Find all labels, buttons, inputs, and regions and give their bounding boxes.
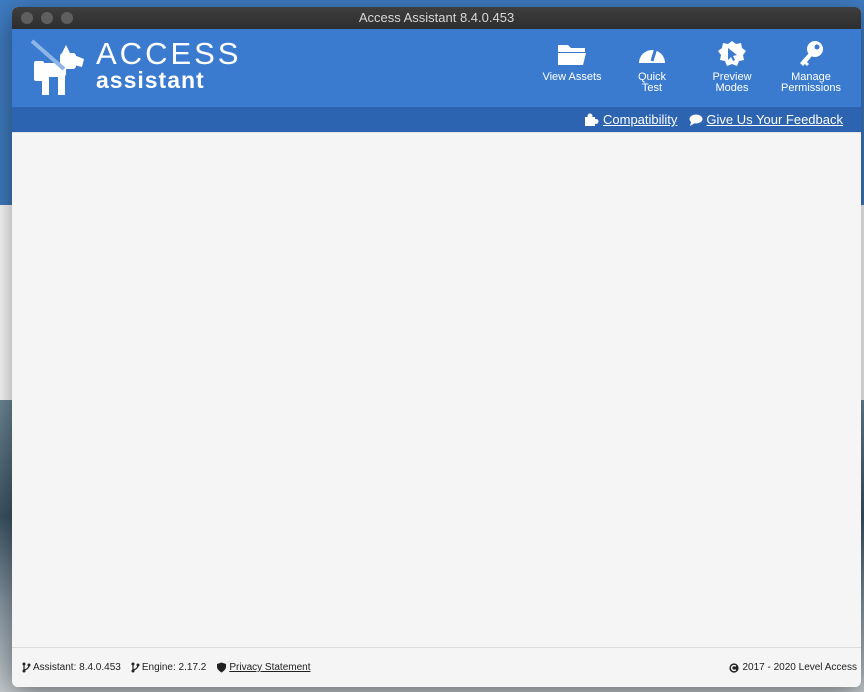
window-controls: [21, 12, 73, 24]
assistant-version-text: Assistant: 8.4.0.453: [33, 662, 121, 673]
assistant-version: Assistant: 8.4.0.453: [22, 662, 121, 673]
speech-bubble-icon: [689, 114, 703, 126]
feedback-label: Give Us Your Feedback: [706, 112, 843, 127]
privacy-statement[interactable]: Privacy Statement: [216, 662, 311, 673]
copyright-text: 2017 - 2020 Level Access: [742, 662, 857, 673]
puzzle-icon: [585, 113, 599, 126]
main-toolbar: View Assets Quick Test Preview Modes Man…: [537, 39, 855, 101]
manage-permissions-label: Manage Permissions: [781, 71, 841, 94]
privacy-statement-link[interactable]: Privacy Statement: [229, 662, 310, 673]
engine-version: Engine: 2.17.2: [131, 662, 207, 673]
dog-logo-icon: [30, 39, 84, 95]
cursor-badge-icon: [718, 41, 746, 66]
maximize-window-button[interactable]: [61, 12, 73, 24]
main-content-area: [12, 132, 861, 645]
feedback-link[interactable]: Give Us Your Feedback: [689, 112, 843, 127]
preview-modes-button[interactable]: Preview Modes: [697, 39, 767, 101]
view-assets-button[interactable]: View Assets: [537, 39, 607, 101]
compatibility-label: Compatibility: [603, 112, 678, 127]
key-icon: [800, 41, 823, 66]
speedometer-icon: [639, 47, 665, 63]
window-title: Access Assistant 8.4.0.453: [358, 10, 515, 25]
title-bar[interactable]: Access Assistant 8.4.0.453: [12, 7, 861, 29]
sub-navigation: Compatibility Give Us Your Feedback: [12, 107, 861, 132]
close-window-button[interactable]: [21, 12, 33, 24]
status-footer: Assistant: 8.4.0.453 Engine: 2.17.2 Priv…: [12, 647, 861, 687]
logo-assistant: assistant: [96, 67, 205, 93]
minimize-window-button[interactable]: [41, 12, 53, 24]
app-window: Access Assistant 8.4.0.453 ACCESS assist…: [12, 7, 861, 687]
folder-icon: [558, 45, 586, 65]
logo-access: ACCESS: [96, 36, 242, 71]
quick-test-button[interactable]: Quick Test: [607, 39, 697, 101]
engine-version-text: Engine: 2.17.2: [141, 662, 207, 673]
shield-icon: [217, 662, 227, 673]
copyright: 2017 - 2020 Level Access: [729, 662, 857, 673]
preview-modes-label: Preview Modes: [712, 71, 752, 94]
compatibility-link[interactable]: Compatibility: [584, 112, 677, 127]
branch-icon: [22, 662, 31, 673]
app-header: ACCESS assistant View Assets Quick Test: [12, 29, 861, 107]
quick-test-label: Quick Test: [637, 71, 667, 94]
app-logo-text: ACCESS assistant: [96, 36, 242, 93]
copyright-icon: [729, 662, 740, 673]
branch-icon: [131, 662, 140, 673]
view-assets-label: View Assets: [542, 71, 602, 83]
manage-permissions-button[interactable]: Manage Permissions: [767, 39, 855, 101]
